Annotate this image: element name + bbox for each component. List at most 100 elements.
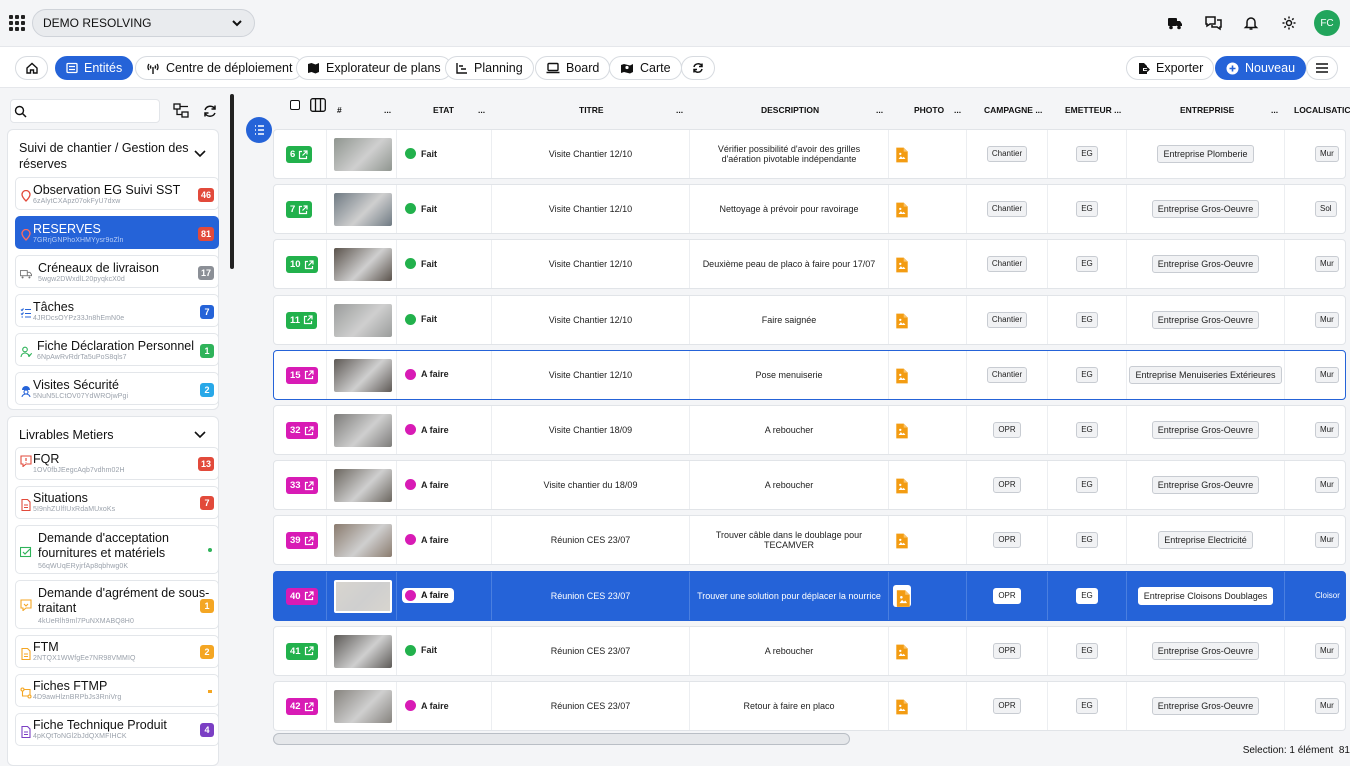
photo-file-icon[interactable] xyxy=(895,257,909,273)
sidebar-item-fiche-technique[interactable]: Fiche Technique Produit 4pKQtToNGl2bJdQX… xyxy=(15,713,219,746)
row-thumbnail[interactable] xyxy=(334,138,392,171)
col-menu[interactable]: ... xyxy=(676,105,683,115)
row-number-tag[interactable]: 41 xyxy=(286,642,318,660)
row-thumbnail[interactable] xyxy=(334,579,392,613)
table-row[interactable]: 32 A faire Visite Chantier 18/09 A rebouche… xyxy=(273,405,1346,455)
table-row[interactable]: 10 Fait Visite Chantier 12/10 Deuxième peau… xyxy=(273,239,1346,290)
refresh-button[interactable] xyxy=(681,56,715,80)
row-number-tag[interactable]: 7 xyxy=(286,201,313,219)
sidebar-scrollbar[interactable] xyxy=(230,94,234,269)
project-select[interactable]: DEMO RESOLVING xyxy=(32,9,255,37)
photo-file-icon[interactable] xyxy=(895,533,909,549)
sidebar-item-situations[interactable]: Situations 5I9nhZUlfIUxRdaMUxoKs 7 xyxy=(15,486,219,519)
sidebar-item-ftm[interactable]: FTM 2NTQX1WWfgEe7NR98VMMIQ 2 xyxy=(15,635,219,668)
col-menu[interactable]: ... xyxy=(478,105,485,115)
new-button[interactable]: Nouveau xyxy=(1215,56,1307,80)
row-thumbnail[interactable] xyxy=(334,248,392,282)
user-avatar[interactable]: FC xyxy=(1314,10,1340,36)
gear-icon[interactable] xyxy=(1276,10,1302,36)
table-row[interactable]: 41 Fait Réunion CES 23/07 A reboucher OPR EG E… xyxy=(273,625,1346,676)
sidebar-item-creneaux[interactable]: Créneaux de livraison 5wgw2DWxdlL20pyqkc… xyxy=(15,255,219,288)
row-number-tag[interactable]: 32 xyxy=(286,422,318,439)
tab-centre-deploiement[interactable]: Centre de déploiement xyxy=(135,56,304,80)
truck-status-icon[interactable] xyxy=(1162,10,1188,36)
photo-file-icon[interactable] xyxy=(895,423,909,439)
table-row[interactable]: 11 Fait Visite Chantier 12/10 Faire saignée… xyxy=(273,294,1346,345)
col-num-header[interactable]: # xyxy=(337,105,342,115)
table-row[interactable]: 6 Fait Visite Chantier 12/10 Vérifier possi… xyxy=(273,129,1346,179)
photo-file-icon[interactable] xyxy=(895,368,909,384)
col-menu[interactable]: ... xyxy=(954,105,961,115)
sidebar-item-visites-securite[interactable]: Visites Sécurité 5NuN5LCtOV07YdWROjwPgi … xyxy=(15,372,219,405)
row-thumbnail[interactable] xyxy=(334,524,392,558)
sidebar-item-demande-agrement[interactable]: Demande d'agrément de sous-traitant 4kUe… xyxy=(15,580,219,629)
row-number-tag[interactable]: 39 xyxy=(286,532,318,550)
table-row[interactable]: 40 A faire Réunion CES 23/07 Trouver une so… xyxy=(273,570,1346,621)
row-number-tag[interactable]: 15 xyxy=(286,366,318,384)
photo-file-icon[interactable] xyxy=(893,584,911,607)
tree-view-icon[interactable] xyxy=(172,102,190,120)
col-etat-header[interactable]: ETAT xyxy=(433,105,454,115)
photo-file-icon[interactable] xyxy=(895,313,909,329)
table-row[interactable]: 15 A faire Visite Chantier 12/10 Pose menui… xyxy=(273,349,1346,400)
row-number-tag[interactable]: 42 xyxy=(286,698,318,715)
tab-planning[interactable]: Planning xyxy=(445,56,534,80)
sidebar-item-fiche-declaration[interactable]: Fiche Déclaration Personnel 6NpAwRvRdrTa… xyxy=(15,333,219,366)
list-view-button[interactable] xyxy=(246,117,272,143)
sidebar-item-fiches-ftmp[interactable]: Fiches FTMP 4D9awHlznBRPbJs3RniVrg xyxy=(15,674,219,707)
row-number-tag[interactable]: 6 xyxy=(286,146,313,163)
col-emetteur-header[interactable]: EMETTEUR ... xyxy=(1065,105,1121,115)
select-all-checkbox[interactable] xyxy=(290,100,300,112)
search-input[interactable] xyxy=(10,99,160,123)
col-photo-header[interactable]: PHOTO xyxy=(914,105,944,115)
col-entreprise-header[interactable]: ENTREPRISE xyxy=(1180,105,1234,115)
table-row[interactable]: 33 A faire Visite chantier du 18/09 A rebou… xyxy=(273,460,1346,511)
row-thumbnail[interactable] xyxy=(334,414,392,447)
col-campagne-header[interactable]: CAMPAGNE ... xyxy=(984,105,1042,115)
col-menu[interactable]: ... xyxy=(1271,105,1278,115)
table-row[interactable]: 39 A faire Réunion CES 23/07 Trouver câble … xyxy=(273,515,1346,566)
photo-file-icon[interactable] xyxy=(895,699,909,715)
col-localisation-header[interactable]: LOCALISATIC xyxy=(1294,105,1350,115)
row-number-tag[interactable]: 11 xyxy=(286,311,318,329)
photo-file-icon[interactable] xyxy=(895,478,909,494)
group-title[interactable]: Livrables Metiers xyxy=(19,427,113,443)
sidebar-refresh-icon[interactable] xyxy=(201,102,219,120)
table-row[interactable]: 7 Fait Visite Chantier 12/10 Nettoyage à pr… xyxy=(273,184,1346,235)
row-number-tag[interactable]: 10 xyxy=(286,256,318,274)
sidebar-item-reserves[interactable]: RESERVES 7GRrjGNPhoXHMYysr9oZln 81 xyxy=(15,216,219,249)
chevron-down-icon[interactable] xyxy=(194,431,206,439)
row-thumbnail[interactable] xyxy=(334,193,392,227)
col-menu[interactable]: ... xyxy=(384,105,391,115)
horizontal-scrollbar[interactable] xyxy=(273,733,850,745)
photo-file-icon[interactable] xyxy=(895,147,909,163)
row-number-tag[interactable]: 33 xyxy=(286,477,318,495)
col-titre-header[interactable]: TITRE xyxy=(579,105,604,115)
row-number-tag[interactable]: 40 xyxy=(286,587,318,605)
tab-board[interactable]: Board xyxy=(535,56,611,80)
sidebar-item-fqr[interactable]: FQR 1OV0fbJEegcAqb7vdhm02H 13 xyxy=(15,447,219,480)
tab-explorateur-plans[interactable]: Explorateur de plans xyxy=(296,56,452,80)
menu-button[interactable] xyxy=(1306,56,1338,80)
apps-grid-icon[interactable] xyxy=(9,15,25,31)
photo-file-icon[interactable] xyxy=(895,644,909,660)
home-button[interactable] xyxy=(15,56,48,80)
sidebar-item-observation[interactable]: Observation EG Suivi SST 6zAlytCXApz07ok… xyxy=(15,177,219,210)
chevron-down-icon[interactable] xyxy=(194,150,206,158)
bell-icon[interactable] xyxy=(1238,10,1264,36)
col-description-header[interactable]: DESCRIPTION xyxy=(761,105,819,115)
table-row[interactable]: 42 A faire Réunion CES 23/07 Retour à faire… xyxy=(273,681,1346,731)
row-thumbnail[interactable] xyxy=(334,358,392,392)
photo-file-icon[interactable] xyxy=(895,202,909,218)
tab-carte[interactable]: Carte xyxy=(609,56,682,80)
group-title[interactable]: Suivi de chantier / Gestion des réserves xyxy=(19,140,209,172)
row-thumbnail[interactable] xyxy=(334,303,392,337)
row-thumbnail[interactable] xyxy=(334,690,392,723)
export-button[interactable]: Exporter xyxy=(1126,56,1215,80)
row-thumbnail[interactable] xyxy=(334,634,392,668)
sidebar-item-demande-acceptation[interactable]: Demande d'acceptation fournitures et maté… xyxy=(15,525,219,574)
columns-toggle[interactable] xyxy=(310,98,326,114)
row-thumbnail[interactable] xyxy=(334,469,392,503)
col-menu[interactable]: ... xyxy=(876,105,883,115)
tab-entites[interactable]: Entités xyxy=(55,56,134,80)
